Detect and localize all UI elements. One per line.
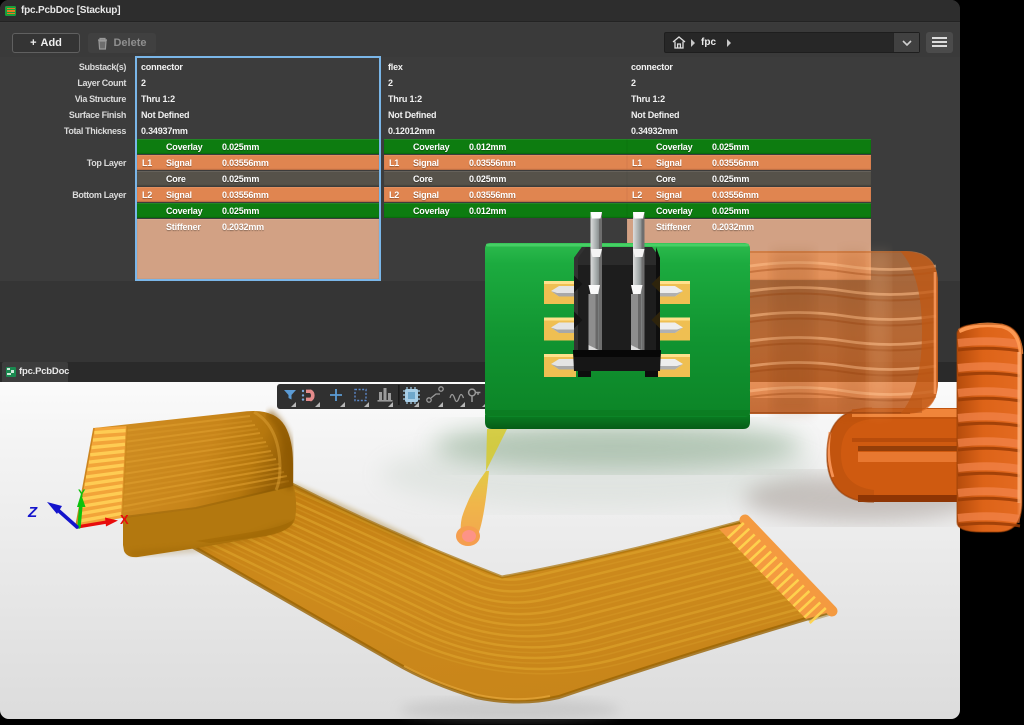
svg-text:X: X bbox=[120, 512, 129, 527]
svg-text:Y: Y bbox=[78, 488, 86, 500]
svg-text:Z: Z bbox=[27, 504, 38, 521]
